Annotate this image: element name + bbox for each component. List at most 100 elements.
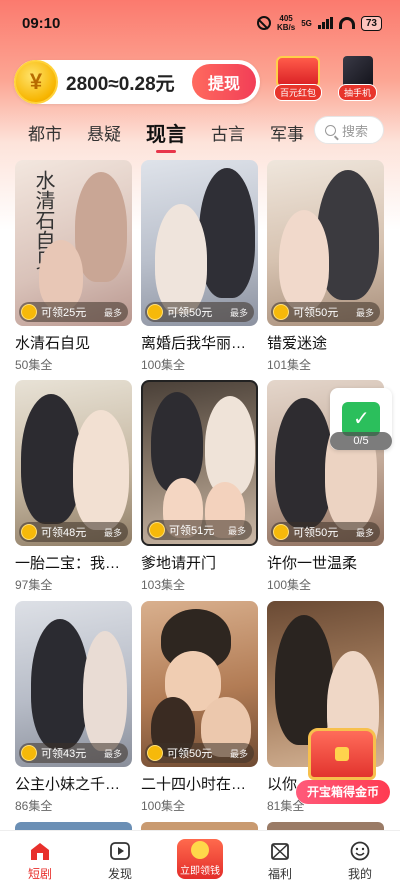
drama-title: 许你一世温柔 — [267, 555, 358, 572]
reward-badge: 可领48元 最多 — [19, 522, 128, 542]
coin-icon — [21, 304, 37, 320]
drama-title: 二十四小时在… — [141, 776, 247, 793]
drama-episodes: 100集全 — [141, 358, 186, 372]
reward-badge: 可领50元 最多 — [271, 302, 380, 322]
drama-card[interactable]: 可领48元 最多 一胎二宝：我… 97集全 — [15, 380, 132, 593]
reward-text: 可领50元 — [167, 748, 213, 760]
nav-label: 发现 — [107, 867, 132, 881]
drama-episodes: 97集全 — [15, 578, 53, 592]
reward-badge: 可领50元 最多 — [145, 302, 254, 322]
coin-icon — [273, 304, 289, 320]
coin-icon — [147, 745, 163, 761]
reward-text: 可领25元 — [41, 307, 87, 319]
drama-card[interactable]: 可领43元 最多 公主小妹之千… 86集全 — [15, 601, 132, 814]
nav-discover[interactable]: 发现 — [80, 831, 160, 889]
network-speed: 405 KB/s — [277, 14, 295, 32]
nav-label: 我的 — [347, 867, 372, 881]
reward-text: 可领50元 — [293, 307, 339, 319]
drama-title: 一胎二宝：我… — [15, 555, 121, 572]
withdraw-button[interactable]: 提现 — [192, 64, 256, 100]
drama-poster[interactable]: 可领50元 最多 — [267, 160, 384, 326]
checkin-icon — [342, 402, 380, 436]
drama-title: 爹地请开门 — [141, 555, 217, 572]
drama-episodes: 100集全 — [267, 578, 312, 592]
play-icon — [110, 842, 130, 860]
reward-badge: 可领50元 最多 — [145, 743, 254, 763]
gift-icon — [271, 843, 289, 860]
drama-card[interactable]: 可领50元 最多 错爱迷途 101集全 — [267, 160, 384, 373]
tab-xuanyi[interactable]: 悬疑 — [87, 120, 121, 145]
reward-badge: 可领25元 最多 — [19, 302, 128, 322]
reward-text: 可领48元 — [41, 527, 87, 539]
drama-card[interactable]: 水清石自见 可领25元 最多 水清石自见 50集全 — [15, 160, 132, 373]
reward-text: 可领50元 — [167, 307, 213, 319]
drama-poster[interactable]: 可领50元 最多 — [141, 160, 258, 326]
signal-icon — [317, 17, 333, 29]
search-box[interactable]: 搜索 — [314, 116, 384, 144]
tab-xianyan[interactable]: 现言 — [146, 118, 186, 153]
drama-poster[interactable]: 可领48元 最多 — [15, 380, 132, 546]
nav-label: 短剧 — [27, 867, 52, 881]
nav-mine[interactable]: 我的 — [320, 831, 400, 889]
reward-text: 可领43元 — [41, 748, 87, 760]
profile-face-icon — [350, 841, 370, 861]
reward-badge: 可领43元 最多 — [19, 743, 128, 763]
drama-poster[interactable]: 水清石自见 可领25元 最多 — [15, 160, 132, 326]
drama-poster[interactable]: 可领51元 最多 — [141, 380, 258, 546]
bottom-nav: 短剧 发现 立即领钱 福利 我的 — [0, 830, 400, 889]
red-packet-label: 百元红包 — [274, 84, 323, 101]
red-packet-promo[interactable]: 百元红包 — [274, 56, 323, 101]
tab-dushi[interactable]: 都市 — [28, 120, 62, 145]
status-bar: 09:10 405 KB/s 5G 73 — [0, 0, 400, 46]
reward-text: 可领51元 — [169, 525, 215, 537]
wifi-icon — [338, 17, 355, 29]
reward-note: 最多 — [355, 307, 374, 318]
drama-episodes: 100集全 — [141, 799, 186, 813]
reward-note: 最多 — [355, 527, 374, 538]
drama-poster-peek — [267, 822, 384, 830]
treasure-chest-icon[interactable] — [308, 728, 376, 780]
open-chest-button[interactable]: 开宝箱得金币 — [296, 780, 390, 804]
drama-poster[interactable]: 可领43元 最多 — [15, 601, 132, 767]
drama-episodes: 103集全 — [141, 578, 186, 592]
drama-title: 水清石自见 — [15, 335, 91, 352]
drama-card[interactable]: 可领50元 最多 离婚后我华丽… 100集全 — [141, 160, 258, 373]
nav-earn-money[interactable]: 立即领钱 — [160, 831, 240, 889]
home-icon — [31, 843, 49, 860]
drama-poster-peek — [141, 822, 258, 830]
drama-title: 错爱迷途 — [267, 335, 328, 352]
network-speed-value: 405 — [279, 14, 293, 23]
drama-poster[interactable]: 可领50元 最多 — [141, 601, 258, 767]
coin-icon — [147, 304, 163, 320]
yuan-coin-icon: ¥ — [14, 60, 58, 104]
reward-note: 最多 — [227, 525, 246, 536]
coin-icon — [149, 522, 165, 538]
nav-welfare[interactable]: 福利 — [240, 831, 320, 889]
earn-money-icon: 立即领钱 — [177, 839, 223, 879]
phone-lottery-promo[interactable]: 抽手机 — [338, 56, 378, 101]
drama-episodes: 101集全 — [267, 358, 312, 372]
drama-card[interactable]: 可领50元 最多 二十四小时在… 100集全 — [141, 601, 258, 814]
drama-card[interactable]: 可领51元 最多 爹地请开门 103集全 — [141, 380, 258, 593]
drama-episodes: 86集全 — [15, 799, 53, 813]
coin-icon — [21, 745, 37, 761]
reward-note: 最多 — [103, 307, 122, 318]
nav-short-drama[interactable]: 短剧 — [0, 831, 80, 889]
reward-note: 最多 — [103, 527, 122, 538]
coin-icon — [273, 524, 289, 540]
wallet-balance-card[interactable]: ¥ 2800≈0.28元 提现 — [14, 60, 260, 104]
reward-note: 最多 — [229, 307, 248, 318]
balance-text: 2800≈0.28元 — [66, 73, 175, 95]
nav-label: 立即领钱 — [180, 866, 220, 877]
nav-label: 福利 — [267, 867, 292, 881]
search-placeholder: 搜索 — [342, 123, 369, 139]
tab-junshi[interactable]: 军事 — [270, 120, 304, 145]
reward-note: 最多 — [229, 748, 248, 759]
reward-badge: 可领50元 最多 — [271, 522, 380, 542]
drama-poster-peek — [15, 822, 132, 830]
network-speed-unit: KB/s — [276, 23, 296, 32]
tab-guyan[interactable]: 古言 — [211, 120, 245, 145]
network-type: 5G — [301, 18, 312, 28]
status-time: 09:10 — [22, 14, 61, 32]
drama-title: 离婚后我华丽… — [141, 335, 247, 352]
